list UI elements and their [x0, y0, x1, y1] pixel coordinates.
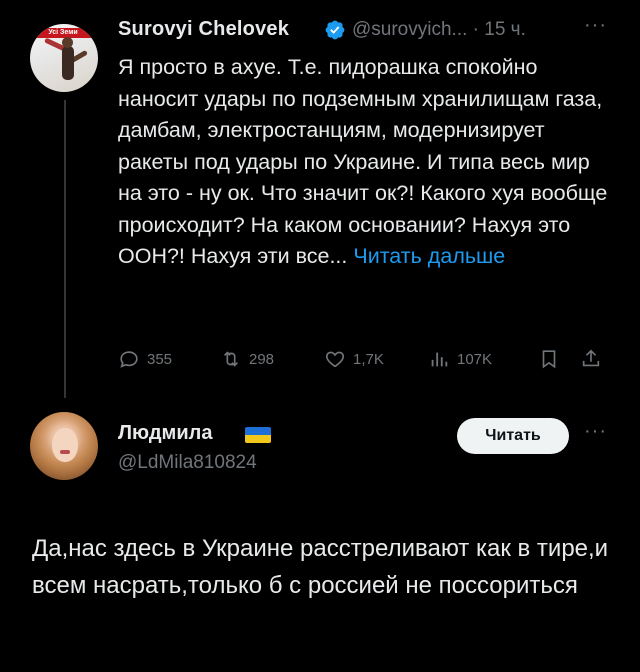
like-button[interactable]: 1,7K	[324, 348, 384, 370]
bookmark-button[interactable]	[538, 348, 567, 370]
reply-count: 355	[147, 350, 173, 368]
reply-icon	[120, 351, 138, 368]
avatar[interactable]	[30, 412, 98, 480]
read-more-link[interactable]: Читать дальше	[353, 244, 505, 268]
more-icon[interactable]: ···	[584, 420, 607, 443]
display-name[interactable]: Surovyi Chelovek	[118, 18, 289, 41]
ukraine-flag-icon	[245, 427, 271, 443]
views-icon	[431, 352, 448, 367]
tweet-actions: 355 298 1,7K 107K	[118, 348, 618, 374]
verified-badge-icon	[325, 20, 345, 40]
handle[interactable]: @LdMila810824	[118, 452, 257, 474]
avatar[interactable]: Усі Земи	[30, 24, 98, 92]
views-count: 107K	[457, 350, 493, 368]
display-name[interactable]: Людмила	[118, 422, 212, 445]
more-icon[interactable]: ···	[584, 14, 607, 37]
repost-button[interactable]: 298	[220, 348, 274, 370]
tweet-text-content: Я просто в ахуе. Т.е. пидорашка спокойно…	[118, 55, 608, 268]
bookmark-icon	[542, 350, 556, 369]
reply-button[interactable]: 355	[118, 348, 172, 370]
share-button[interactable]	[580, 348, 609, 370]
repost-icon	[223, 351, 239, 367]
timestamp[interactable]: · 15 ч.	[473, 19, 526, 40]
handle[interactable]: @surovyich...	[352, 19, 467, 40]
follow-button[interactable]: Читать	[457, 418, 569, 454]
views-button[interactable]: 107K	[428, 348, 492, 370]
repost-count: 298	[249, 350, 275, 368]
thread-line	[64, 100, 66, 398]
share-icon	[582, 349, 600, 367]
handle-and-time[interactable]: @surovyich... · 15 ч.	[352, 19, 526, 41]
avatar-banner: Усі Земи	[32, 28, 94, 38]
tweet-text: Я просто в ахуе. Т.е. пидорашка спокойно…	[118, 52, 618, 273]
like-icon	[325, 351, 345, 368]
tweet-text: Да,нас здесь в Украине расстреливают как…	[32, 535, 609, 599]
like-count: 1,7K	[353, 350, 384, 368]
